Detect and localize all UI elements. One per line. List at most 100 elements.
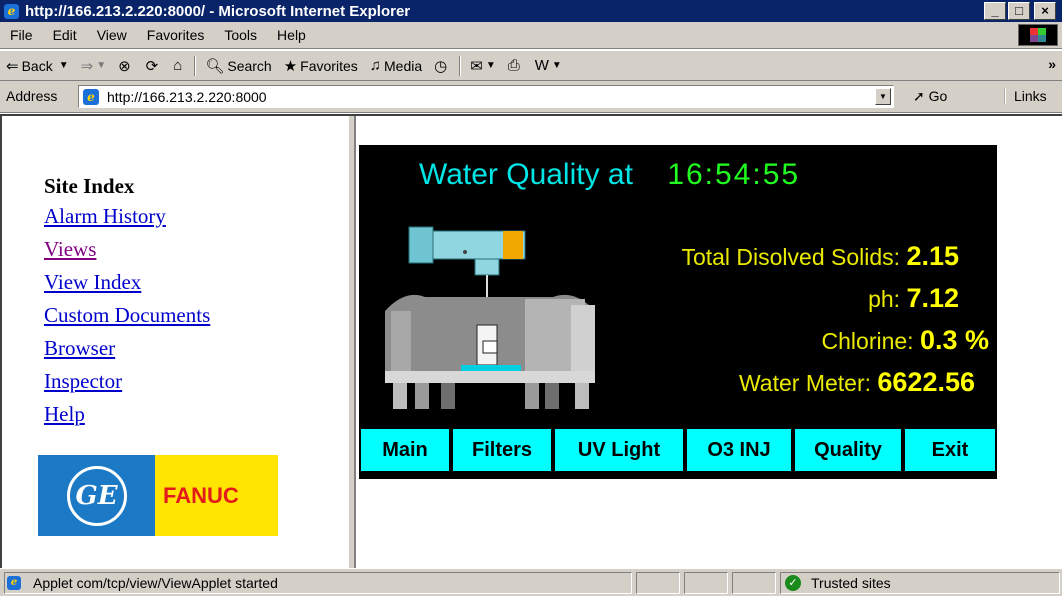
reading-water-meter: Water Meter: 6622.56	[739, 367, 975, 398]
menu-help[interactable]: Help	[267, 27, 316, 43]
reading-label: ph:	[868, 286, 901, 312]
favorites-button[interactable]: ★ Favorites	[278, 57, 364, 75]
reading-ph: ph: 7.12	[868, 283, 959, 314]
water-quality-applet: Water Quality at 16:54:55 Total Disolved…	[359, 145, 997, 479]
history-icon: ◷	[434, 57, 448, 75]
page-icon: e	[7, 576, 21, 590]
reading-value: 0.3 %	[919, 325, 989, 355]
reading-label: Chlorine:	[821, 328, 914, 354]
back-dropdown-icon[interactable]: ▼	[59, 60, 69, 71]
ge-fanuc-logo: GE FANUC	[38, 455, 278, 536]
status-offline-panel	[732, 572, 776, 594]
links-button[interactable]: Links	[1004, 88, 1047, 104]
search-button[interactable]: 🔍︎ Search	[199, 57, 277, 75]
refresh-button[interactable]: ⟳	[140, 57, 168, 75]
mail-icon: ✉	[470, 57, 483, 75]
fanuc-wordmark: FANUC	[155, 455, 278, 536]
home-button[interactable]: ⌂	[167, 57, 191, 74]
site-index-title: Site Index	[44, 174, 135, 198]
reading-label: Water Meter:	[738, 370, 871, 396]
address-bar: Address e http://166.213.2.220:8000 ▼ ➚ …	[0, 81, 1062, 113]
search-icon: 🔍︎	[205, 57, 225, 75]
menu-favorites[interactable]: Favorites	[137, 27, 215, 43]
go-button[interactable]: ➚ Go	[913, 88, 947, 105]
link-inspector[interactable]: Inspector	[44, 369, 122, 394]
stop-icon: ⊗	[118, 57, 131, 75]
window-titlebar[interactable]: e http://166.213.2.220:8000/ - Microsoft…	[0, 0, 1062, 22]
applet-heading: Water Quality at 16:54:55	[419, 158, 800, 192]
nav-quality-button[interactable]: Quality	[793, 427, 903, 473]
nav-exit-button[interactable]: Exit	[903, 427, 997, 473]
edit-dropdown-icon[interactable]: ▼	[552, 60, 562, 71]
trusted-check-icon: ✓	[785, 575, 801, 591]
history-button[interactable]: ◷	[428, 57, 456, 75]
mail-button[interactable]: ✉ ▼	[464, 57, 501, 75]
print-icon: ⎙	[507, 57, 520, 74]
applet-nav: Main Filters UV Light O3 INJ Quality Exi…	[359, 427, 997, 473]
minimize-button[interactable]: _	[984, 2, 1006, 20]
status-message: Applet com/tcp/view/ViewApplet started	[33, 575, 278, 591]
ge-logo-block: GE	[38, 455, 155, 536]
standard-toolbar: ⇐ Back ▼ ⇒ ▼ ⊗ ⟳ ⌂ 🔍︎ Search ★ Favorites…	[0, 50, 1062, 81]
edit-word-icon: W	[534, 57, 549, 74]
reading-value: 2.15	[906, 241, 959, 271]
link-custom-documents[interactable]: Custom Documents	[44, 303, 210, 328]
nav-filters-button[interactable]: Filters	[451, 427, 553, 473]
mail-dropdown-icon[interactable]: ▼	[486, 60, 496, 71]
address-url[interactable]: http://166.213.2.220:8000	[107, 89, 267, 105]
link-view-index[interactable]: View Index	[44, 270, 141, 295]
print-button[interactable]: ⎙	[502, 57, 529, 74]
back-arrow-icon: ⇐	[6, 57, 19, 75]
maximize-button[interactable]: □	[1008, 2, 1030, 20]
refresh-icon: ⟳	[145, 57, 159, 75]
reading-value: 6622.56	[877, 367, 975, 397]
ie-logo-icon: e	[4, 3, 19, 19]
nav-o3-inj-button[interactable]: O3 INJ	[685, 427, 793, 473]
go-arrow-icon: ➚	[913, 88, 925, 104]
status-lock-panel	[684, 572, 728, 594]
menu-edit[interactable]: Edit	[43, 27, 87, 43]
toolbar-separator	[194, 55, 197, 76]
link-views[interactable]: Views	[44, 237, 96, 262]
address-input[interactable]: e http://166.213.2.220:8000 ▼	[78, 85, 894, 108]
heading-label: Water Quality at	[419, 158, 633, 191]
toolbar-separator	[459, 55, 462, 76]
water-tank-illustration	[385, 226, 595, 409]
menu-tools[interactable]: Tools	[214, 27, 267, 43]
ge-monogram: GE	[66, 465, 127, 526]
media-button[interactable]: ♫ Media	[364, 57, 428, 74]
status-bar: e Applet com/tcp/view/ViewApplet started…	[0, 568, 1062, 596]
nav-main-button[interactable]: Main	[359, 427, 451, 473]
forward-dropdown-icon[interactable]: ▼	[96, 60, 106, 71]
reading-value: 7.12	[906, 283, 959, 313]
forward-arrow-icon: ⇒	[80, 57, 94, 75]
edit-button[interactable]: W ▼	[529, 57, 568, 74]
windows-logo-icon	[1018, 24, 1058, 46]
media-icon: ♫	[369, 57, 381, 74]
address-label: Address	[6, 88, 58, 104]
home-icon: ⌂	[173, 57, 183, 74]
link-alarm-history[interactable]: Alarm History	[44, 204, 166, 229]
forward-button[interactable]: ⇒ ▼	[75, 57, 112, 75]
security-zone-label: Trusted sites	[811, 575, 891, 591]
address-dropdown-button[interactable]: ▼	[875, 88, 891, 105]
reading-total-dissolved-solids: Total Disolved Solids: 2.15	[681, 241, 959, 272]
close-button[interactable]: ×	[1034, 2, 1056, 20]
frame-splitter[interactable]	[348, 116, 356, 568]
reading-label: Total Disolved Solids:	[681, 244, 901, 270]
reading-chlorine: Chlorine: 0.3 %	[822, 325, 989, 356]
status-message-panel: e Applet com/tcp/view/ViewApplet started	[4, 572, 632, 594]
link-browser[interactable]: Browser	[44, 336, 115, 361]
menu-bar: File Edit View Favorites Tools Help	[0, 22, 1062, 49]
status-progress-panel	[636, 572, 680, 594]
menu-file[interactable]: File	[0, 27, 43, 43]
stop-button[interactable]: ⊗	[112, 57, 140, 75]
link-help[interactable]: Help	[44, 402, 85, 427]
page-icon: e	[83, 88, 99, 105]
nav-uv-light-button[interactable]: UV Light	[553, 427, 685, 473]
clock-time: 16:54:55	[667, 158, 801, 191]
back-button[interactable]: ⇐ Back ▼	[0, 57, 75, 75]
toolbar-more-chevron[interactable]: »	[1048, 56, 1056, 72]
security-zone-panel: ✓ Trusted sites	[780, 572, 1060, 594]
menu-view[interactable]: View	[87, 27, 137, 43]
